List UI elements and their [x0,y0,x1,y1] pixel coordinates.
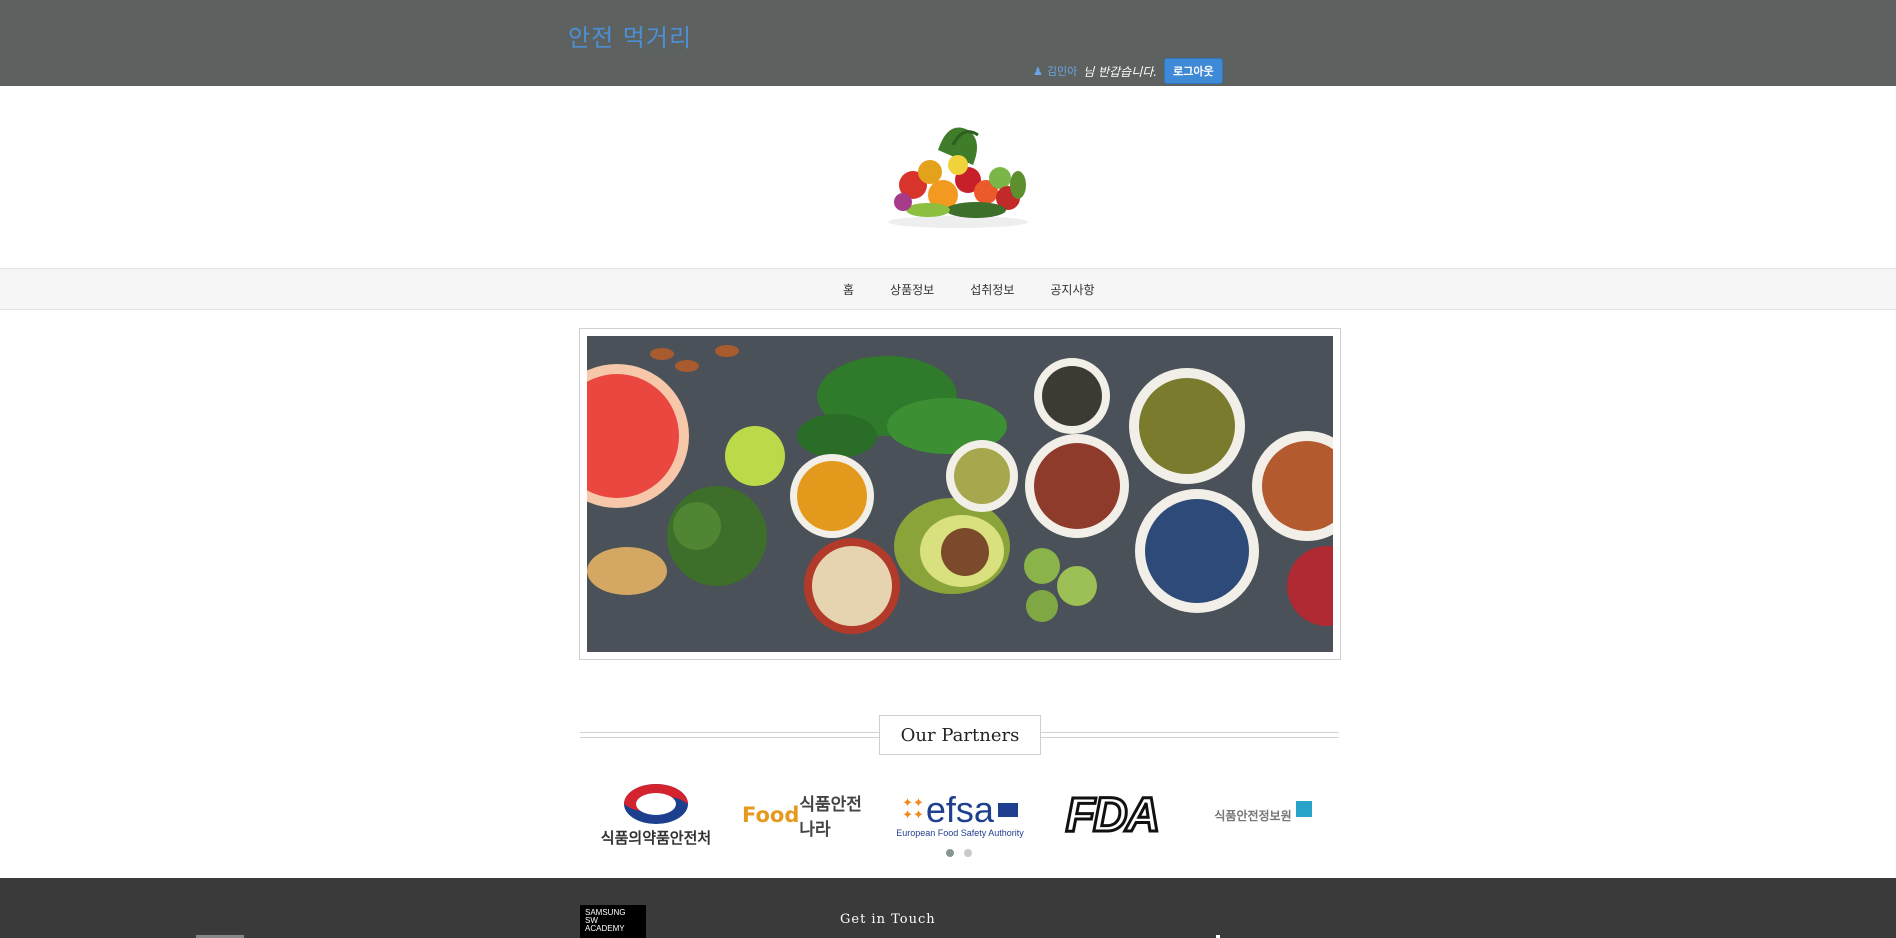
partners-pagination [946,849,972,857]
partner-logo-mfds[interactable]: 식품의약품안전처 [580,783,732,847]
user-greeting: ♟ 김민아 님 반갑습니다. 로그아웃 [1033,58,1223,84]
partner-mfds-label: 식품의약품안전처 [600,828,712,847]
partner-logo-efsa[interactable]: ✦✦ ✦✦ efsa European Food Safety Authority [882,785,1038,845]
partner-logo-fda[interactable]: FDA [1049,785,1175,845]
user-icon: ♟ [1033,64,1043,78]
logout-button[interactable]: 로그아웃 [1164,58,1223,84]
site-brand[interactable]: 안전 먹거리 [568,18,692,53]
academy-line-3: ACADEMY [585,924,625,933]
main-nav: 홈 상품정보 섭취정보 공지사항 [0,268,1896,310]
partner-fsi-label: 식품안전정보원 [1214,808,1292,823]
nav-item-intake-info[interactable]: 섭취정보 [970,281,1014,298]
vegetable-logo-image[interactable] [868,110,1048,240]
partner-fsk-label: 식품안전나라 [799,795,862,840]
partner-efsa-subtitle: European Food Safety Authority [896,828,1024,838]
efsa-stars-icon: ✦✦ ✦✦ [902,796,924,823]
partners-title: Our Partners [879,715,1041,755]
user-name: 김민아 [1046,65,1078,78]
footer [0,878,1896,938]
top-header: 안전 먹거리 ♟ 김민아 님 반갑습니다. 로그아웃 [0,0,1896,86]
partner-logo-foodsafetykorea[interactable]: Food 식품안전나라 [742,785,877,845]
pagination-dot-1[interactable] [946,849,954,857]
nav-item-notice[interactable]: 공지사항 [1050,281,1094,298]
nav-item-home[interactable]: 홈 [843,281,854,298]
partner-fsk-food-text: Food [742,803,800,827]
partner-efsa-text: efsa [925,789,994,830]
nav-item-product-info[interactable]: 상품정보 [890,281,934,298]
hero-carousel [579,328,1341,660]
get-in-touch-heading: Get in Touch [840,912,936,927]
eu-flag-icon [997,803,1018,817]
partner-logo-foodsafety-info[interactable]: 식품안전정보원 [1200,785,1326,845]
samsung-sw-academy-logo: SAMSUNG SW ACADEMY [580,905,646,938]
fsi-mark-icon [1295,801,1312,817]
greeting-text: 님 반갑습니다. [1083,64,1158,79]
partner-fda-text: FDA [1064,787,1162,843]
pagination-dot-2[interactable] [964,849,972,857]
hero-food-image[interactable] [587,336,1333,652]
